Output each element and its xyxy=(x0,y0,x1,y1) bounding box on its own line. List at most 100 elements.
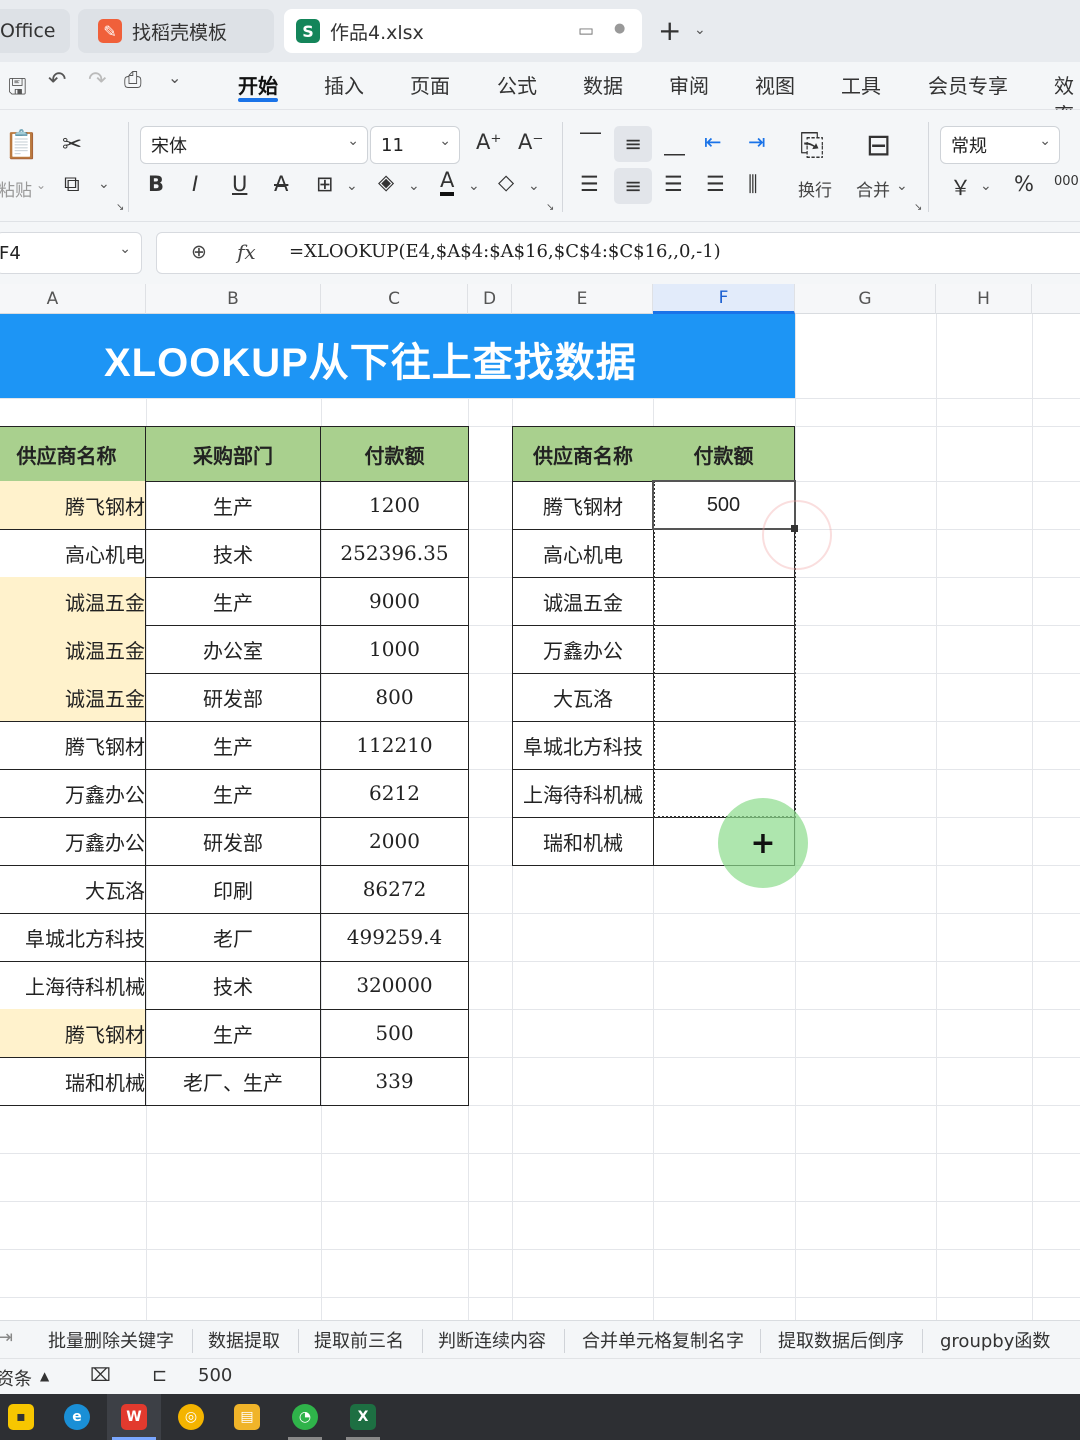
excel-icon[interactable]: X xyxy=(350,1404,376,1430)
status-left-label[interactable]: 资条 xyxy=(0,1365,32,1391)
column-header-a[interactable]: A xyxy=(0,284,146,314)
left-cell-amount[interactable]: 9000 xyxy=(321,577,469,626)
redo-icon[interactable]: ↷ xyxy=(88,68,106,93)
quick-access-chevron-icon[interactable]: ⌄ xyxy=(168,68,181,87)
align-top-icon[interactable]: ⎺ xyxy=(580,130,601,155)
column-header-h[interactable]: H xyxy=(936,284,1032,314)
left-cell-supplier[interactable]: 诚温五金 xyxy=(0,673,146,722)
sheet-tab-1[interactable]: 批量删除关键字 xyxy=(48,1327,174,1353)
left-cell-dept[interactable]: 研发部 xyxy=(146,817,321,866)
right-cell-supplier[interactable]: 阜城北方科技 xyxy=(512,721,654,770)
left-cell-dept[interactable]: 印刷 xyxy=(146,865,321,914)
save-icon[interactable]: 🖫 xyxy=(8,70,27,108)
left-cell-dept[interactable]: 生产 xyxy=(146,577,321,626)
right-header-supplier[interactable]: 供应商名称 xyxy=(512,426,654,482)
left-cell-amount[interactable]: 500 xyxy=(321,1009,469,1058)
merge-cells-icon[interactable]: ⊟ xyxy=(866,128,891,163)
sheet-tab-4[interactable]: 判断连续内容 xyxy=(438,1327,546,1353)
chrome-icon[interactable]: ◎ xyxy=(178,1404,204,1430)
format-painter-icon[interactable]: ⧉ xyxy=(64,172,80,197)
monitor-icon[interactable]: ▭ xyxy=(578,21,594,41)
font-size-select[interactable]: 11 ⌄ xyxy=(370,126,460,164)
left-cell-dept[interactable]: 办公室 xyxy=(146,625,321,674)
left-cell-supplier[interactable]: 腾飞钢材 xyxy=(0,721,146,770)
sheet-tab-7[interactable]: groupby函数 xyxy=(940,1327,1050,1353)
formula-input[interactable]: ⊕ fx =XLOOKUP(E4,$A$4:$A$16,$C$4:$C$16,,… xyxy=(156,232,1080,274)
left-cell-supplier[interactable]: 阜城北方科技 xyxy=(0,913,146,962)
wechat-icon[interactable]: ◔ xyxy=(292,1404,318,1430)
increase-font-icon[interactable]: A⁺ xyxy=(476,130,501,154)
menu-insert[interactable]: 插入 xyxy=(324,70,364,99)
currency-icon[interactable]: ￥ xyxy=(950,172,971,202)
fx-icon[interactable]: fx xyxy=(237,240,256,264)
left-cell-amount[interactable]: 2000 xyxy=(321,817,469,866)
merge-chevron-icon[interactable]: ⌄ xyxy=(896,178,908,194)
right-cell-supplier[interactable]: 万鑫办公 xyxy=(512,625,654,674)
column-header-g[interactable]: G xyxy=(795,284,936,314)
column-header-f[interactable]: F xyxy=(653,284,795,314)
merge-label[interactable]: 合并 xyxy=(856,176,890,201)
left-cell-dept[interactable]: 技术 xyxy=(146,529,321,578)
right-header-amount[interactable]: 付款额 xyxy=(653,426,795,482)
align-bottom-icon[interactable]: ⎽ xyxy=(664,132,685,157)
menu-review[interactable]: 审阅 xyxy=(669,70,709,99)
clear-format-icon[interactable]: ◇ xyxy=(498,170,514,194)
column-header-b[interactable]: B xyxy=(146,284,321,314)
sheet-tab-5[interactable]: 合并单元格复制名字 xyxy=(582,1327,744,1353)
align-right-icon[interactable]: ☰ xyxy=(664,172,683,196)
left-header-amount[interactable]: 付款额 xyxy=(321,426,469,482)
paste-icon[interactable]: 📋 xyxy=(4,128,39,161)
column-header-c[interactable]: C xyxy=(321,284,468,314)
wrap-text-icon[interactable]: ⎘ xyxy=(800,128,824,163)
sheet-tab-3[interactable]: 提取前三名 xyxy=(314,1327,404,1353)
font-name-select[interactable]: 宋体 ⌄ xyxy=(140,126,368,164)
file-explorer-icon[interactable]: ▤ xyxy=(234,1404,260,1430)
left-cell-amount[interactable]: 339 xyxy=(321,1057,469,1106)
right-cell-supplier[interactable]: 腾飞钢材 xyxy=(512,481,654,530)
spreadsheet-grid[interactable]: XLOOKUP从下往上查找数据 供应商名称 采购部门 付款额 腾飞钢材 生产 120… xyxy=(0,314,1080,1320)
align-center-icon[interactable]: ≡ xyxy=(614,168,652,204)
tab-workbook[interactable]: S 作品4.xlsx ▭ ● xyxy=(284,9,642,53)
left-cell-amount[interactable]: 499259.4 xyxy=(321,913,469,962)
underline-icon[interactable]: U xyxy=(232,172,247,196)
zoom-formula-icon[interactable]: ⊕ xyxy=(191,241,207,263)
left-cell-dept[interactable]: 生产 xyxy=(146,769,321,818)
sticky-notes-icon[interactable]: ▪ xyxy=(8,1404,34,1430)
right-cell-supplier[interactable]: 瑞和机械 xyxy=(512,817,654,866)
menu-formula[interactable]: 公式 xyxy=(497,70,537,99)
left-cell-amount[interactable]: 1000 xyxy=(321,625,469,674)
name-box[interactable]: F4 ⌄ xyxy=(0,232,142,274)
left-cell-amount[interactable]: 86272 xyxy=(321,865,469,914)
column-header-e[interactable]: E xyxy=(512,284,653,314)
left-cell-dept[interactable]: 技术 xyxy=(146,961,321,1010)
sheet-title-banner[interactable]: XLOOKUP从下往上查找数据 xyxy=(0,314,795,398)
wrap-label[interactable]: 换行 xyxy=(798,176,832,201)
right-cell-supplier[interactable]: 大瓦洛 xyxy=(512,673,654,722)
paste-label[interactable]: 粘贴 xyxy=(0,176,32,201)
status-sum-icon[interactable]: ⊏ xyxy=(152,1365,167,1386)
new-tab-plus-icon[interactable]: + xyxy=(658,14,681,47)
fill-chevron-icon[interactable]: ⌄ xyxy=(408,178,420,194)
decrease-font-icon[interactable]: A⁻ xyxy=(518,130,543,154)
align-middle-icon[interactable]: ≡ xyxy=(614,126,652,162)
percent-icon[interactable]: % xyxy=(1014,172,1034,196)
number-format-select[interactable]: 常规 ⌄ xyxy=(940,126,1060,164)
left-cell-dept[interactable]: 生产 xyxy=(146,481,321,530)
left-cell-supplier[interactable]: 高心机电 xyxy=(0,529,146,578)
wps-icon[interactable]: W xyxy=(121,1404,147,1430)
left-cell-supplier[interactable]: 大瓦洛 xyxy=(0,865,146,914)
left-header-dept[interactable]: 采购部门 xyxy=(146,426,321,482)
left-cell-supplier[interactable]: 诚温五金 xyxy=(0,625,146,674)
left-cell-supplier[interactable]: 腾飞钢材 xyxy=(0,1009,146,1058)
alignment-launcher-icon[interactable]: ↘ xyxy=(914,202,922,213)
increase-indent-icon[interactable]: ⇥ xyxy=(748,130,766,154)
align-left-icon[interactable]: ☰ xyxy=(580,172,599,196)
clear-chevron-icon[interactable]: ⌄ xyxy=(528,178,540,194)
paste-chevron-icon[interactable]: ⌄ xyxy=(36,178,46,192)
left-cell-amount[interactable]: 6212 xyxy=(321,769,469,818)
last-sheet-nav-icon[interactable]: ⇥ xyxy=(0,1327,13,1348)
left-cell-amount[interactable]: 252396.35 xyxy=(321,529,469,578)
menu-data[interactable]: 数据 xyxy=(583,70,623,99)
left-cell-supplier[interactable]: 瑞和机械 xyxy=(0,1057,146,1106)
border-icon[interactable]: ⊞ xyxy=(316,172,334,196)
